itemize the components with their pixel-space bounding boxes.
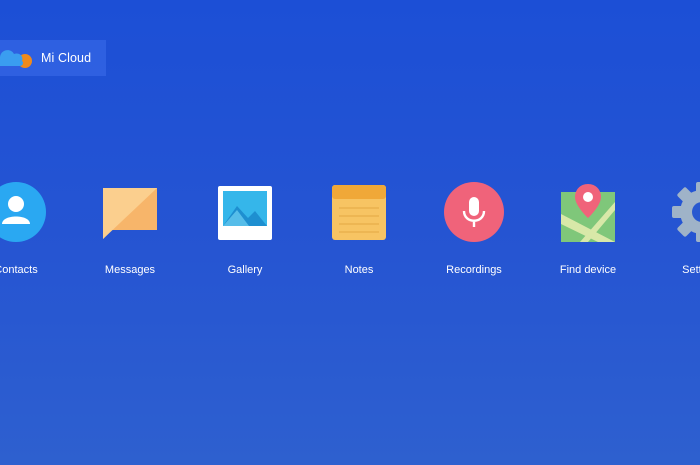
app-notes[interactable]: Notes [319, 180, 399, 280]
cloud-logo-icon [0, 44, 36, 72]
app-contacts[interactable]: Contacts [0, 180, 56, 280]
map-pin-icon [558, 180, 618, 244]
messages-icon [100, 180, 160, 244]
app-label-messages: Messages [104, 264, 156, 276]
app-label-notes: Notes [344, 264, 374, 276]
app-label-recordings: Recordings [446, 264, 502, 276]
app-label-settings: Settings [682, 264, 700, 276]
notes-icon [329, 180, 389, 244]
contacts-icon [0, 180, 46, 244]
app-label-find-device: Find device [559, 264, 617, 276]
app-label-contacts: Contacts [0, 264, 38, 276]
microphone-icon [444, 180, 504, 244]
app-recordings[interactable]: Recordings [434, 180, 514, 280]
gallery-icon [215, 180, 275, 244]
brand-title: Mi Cloud [41, 51, 92, 65]
app-find-device[interactable]: Find device [548, 180, 628, 280]
brand-header[interactable]: Mi Cloud [0, 40, 106, 76]
gear-icon [672, 180, 700, 244]
app-settings[interactable]: Settings [662, 180, 700, 280]
app-gallery[interactable]: Gallery [205, 180, 285, 280]
app-label-gallery: Gallery [227, 264, 263, 276]
app-messages[interactable]: Messages [90, 180, 170, 280]
